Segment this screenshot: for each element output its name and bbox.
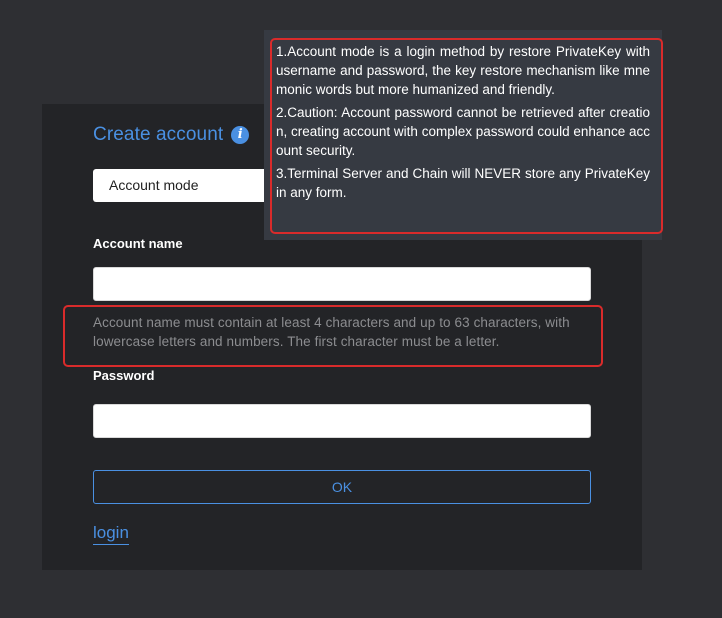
ok-button[interactable]: OK (93, 470, 591, 504)
page-title: Create account (93, 124, 224, 145)
password-label: Password (93, 368, 155, 383)
title-row: Create account i (93, 124, 250, 146)
tooltip-highlight-box (270, 38, 663, 234)
info-icon[interactable]: i (231, 126, 250, 144)
page: Create account i Account mode Account na… (0, 0, 722, 618)
account-name-input[interactable] (93, 267, 591, 301)
hint-highlight-box (63, 305, 603, 367)
account-name-label: Account name (93, 236, 183, 251)
password-input[interactable] (93, 404, 591, 438)
login-link[interactable]: login (93, 523, 129, 545)
